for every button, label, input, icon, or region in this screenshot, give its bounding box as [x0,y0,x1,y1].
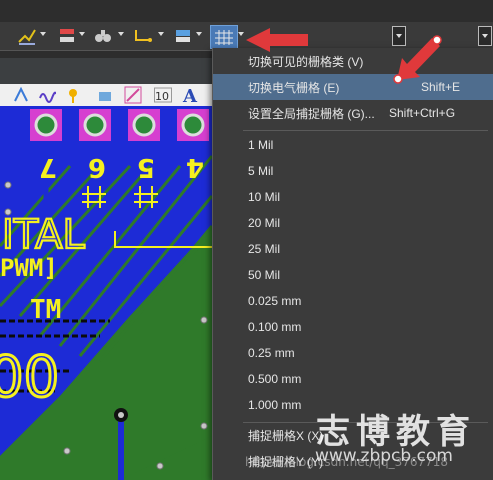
arrow-to-electrical-grid [393,35,442,84]
watermark-csdn: https://blog.csdn.net/qq_3767718 [245,455,449,469]
arrow-to-grid-button [246,28,308,52]
